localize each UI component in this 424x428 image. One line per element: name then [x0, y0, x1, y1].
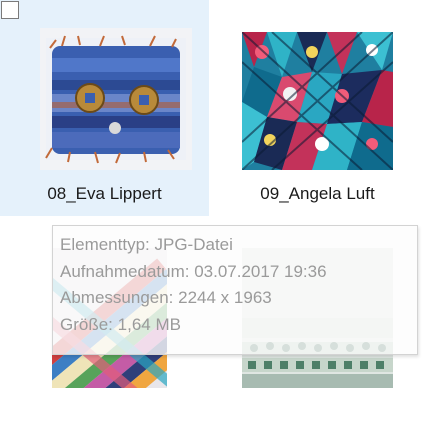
- tooltip-row-dimensions: Abmessungen: 2244 x 1963: [60, 285, 417, 312]
- date-taken-value: 03.07.2017 19:36: [194, 261, 327, 281]
- file-name-label: 08_Eva Lippert: [47, 184, 162, 203]
- size-label: Größe:: [60, 314, 113, 334]
- thumbnail-image: [40, 28, 192, 170]
- tooltip-row-date: Aufnahmedatum: 03.07.2017 19:36: [60, 259, 417, 286]
- item-type-label: Elementtyp:: [60, 235, 150, 254]
- date-taken-label: Aufnahmedatum:: [60, 261, 190, 281]
- dimensions-value: 2244 x 1963: [178, 288, 272, 307]
- file-info-tooltip: Elementtyp: JPG-Datei Aufnahmedatum: 03.…: [52, 225, 418, 355]
- file-item-09-angela-luft[interactable]: 09_Angela Luft: [213, 0, 422, 216]
- thumbnail-image: [242, 32, 393, 170]
- tooltip-row-size: Größe: 1,64 MB: [60, 312, 417, 339]
- dimensions-label: Abmessungen:: [60, 288, 174, 307]
- item-type-value: JPG-Datei: [154, 235, 233, 254]
- select-checkbox[interactable]: [1, 1, 19, 19]
- file-name-label: 09_Angela Luft: [260, 184, 375, 203]
- file-item-08-eva-lippert[interactable]: 08_Eva Lippert: [0, 0, 209, 216]
- size-value: 1,64 MB: [117, 314, 181, 334]
- tooltip-row-type: Elementtyp: JPG-Datei: [60, 232, 417, 259]
- file-explorer-thumbnail-view: 08_Eva Lippert 09_Angela Luft Elementtyp…: [0, 0, 424, 428]
